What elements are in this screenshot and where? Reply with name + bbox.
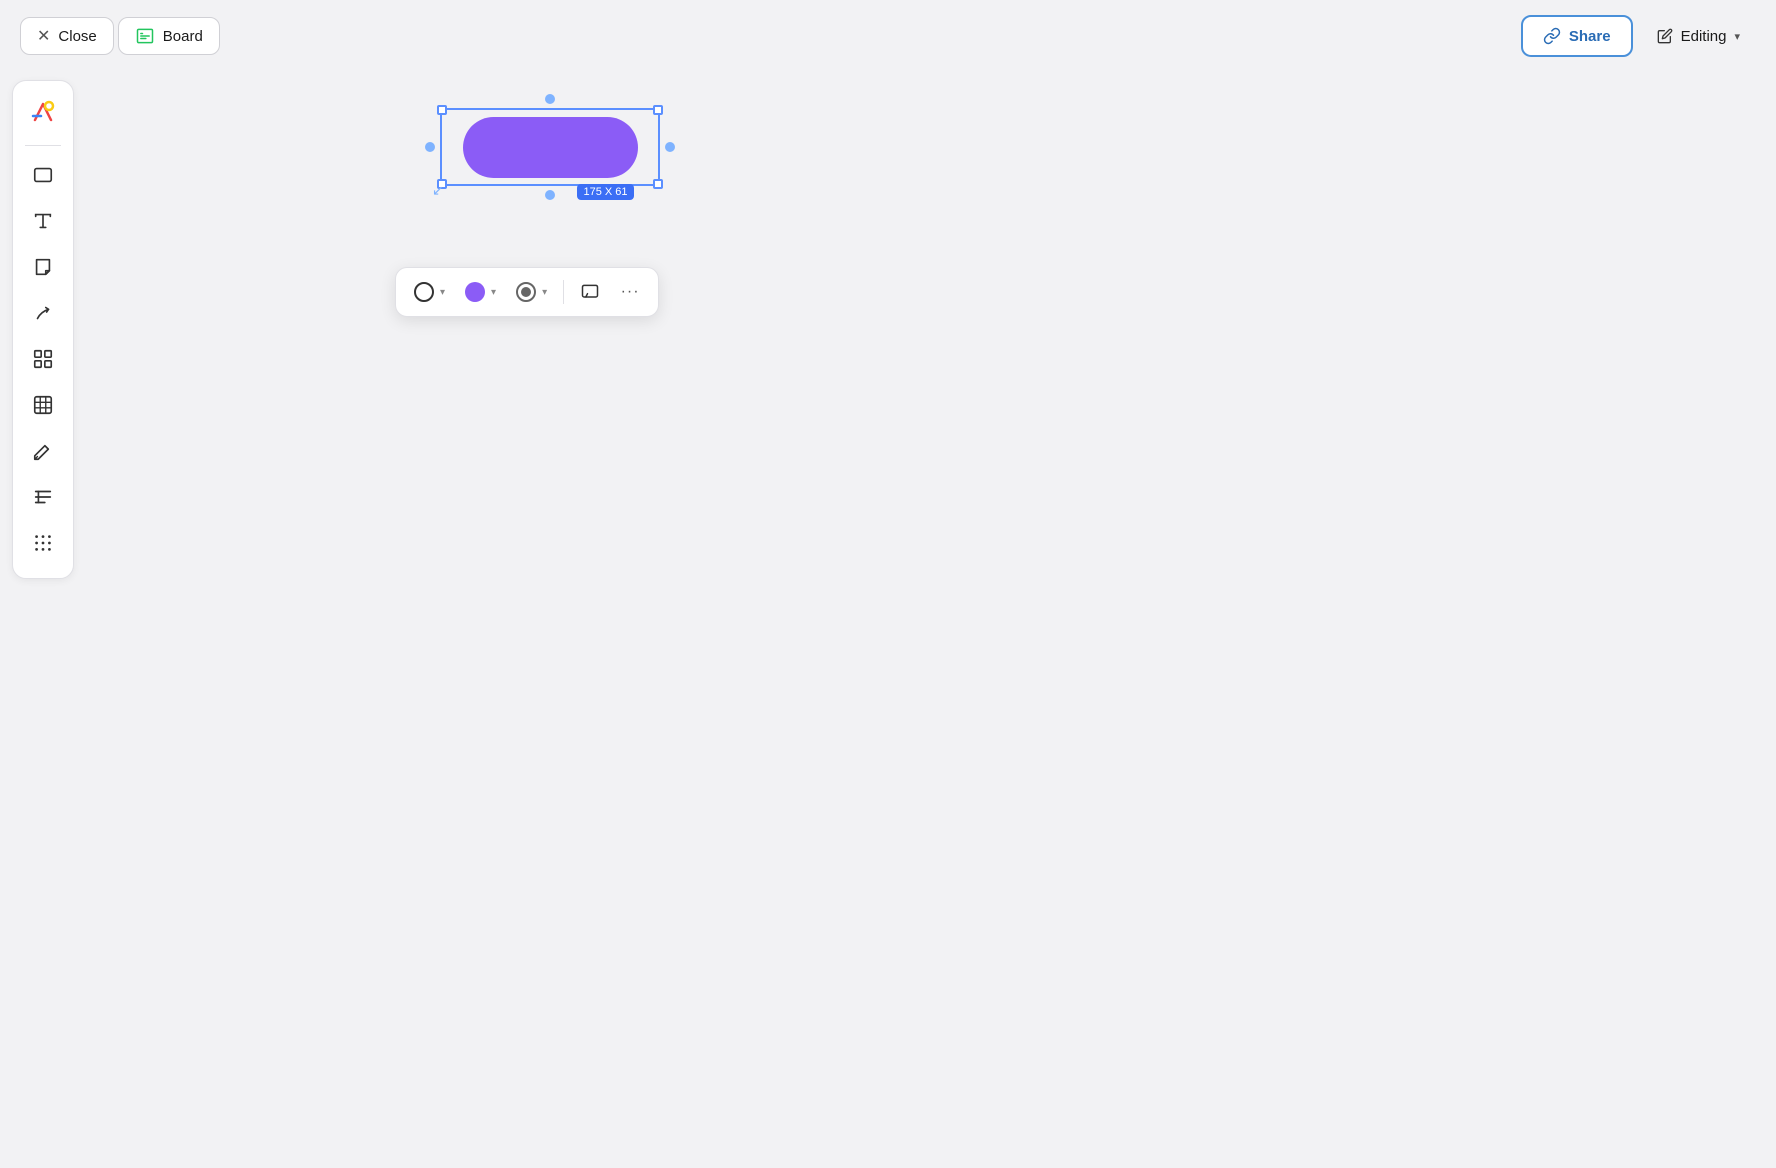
rectangle-icon	[32, 164, 54, 186]
mindmap-icon	[32, 486, 54, 508]
style-chevron: ▾	[542, 287, 547, 298]
sidebar-item-note[interactable]	[21, 245, 65, 289]
fill-color-indicator	[465, 282, 485, 302]
handle-top-left[interactable]	[437, 105, 447, 115]
handle-bottom-right[interactable]	[653, 179, 663, 189]
sidebar-item-frame[interactable]	[21, 337, 65, 381]
editing-chevron: ▾	[1734, 30, 1740, 43]
topbar-left: ✕ Close Board	[20, 17, 220, 55]
handle-bottom[interactable]	[545, 190, 555, 200]
editing-button[interactable]: Editing ▾	[1641, 18, 1756, 55]
editing-label: Editing	[1681, 28, 1727, 45]
fill-chevron: ▾	[491, 287, 496, 298]
share-icon	[1543, 27, 1561, 45]
sidebar-item-more[interactable]	[21, 521, 65, 565]
more-options-button[interactable]: ···	[612, 277, 648, 307]
board-button[interactable]: Board	[118, 17, 220, 55]
rotation-handle[interactable]: ↙	[432, 182, 446, 196]
editing-icon	[1657, 28, 1673, 44]
sidebar-item-pen[interactable]	[21, 429, 65, 473]
canvas-area[interactable]: ↙ 175 X 61 ▾ ▾ ▾	[0, 72, 1776, 1168]
share-label: Share	[1569, 28, 1611, 45]
note-icon	[32, 256, 54, 278]
sidebar-item-grid[interactable]	[21, 383, 65, 427]
close-label: Close	[58, 28, 96, 45]
stroke-chevron: ▾	[440, 287, 445, 298]
close-button[interactable]: ✕ Close	[20, 17, 114, 55]
handle-top-right[interactable]	[653, 105, 663, 115]
close-icon: ✕	[37, 26, 50, 46]
comment-icon	[580, 282, 600, 302]
comment-button[interactable]	[572, 276, 608, 308]
sidebar-item-connector[interactable]	[21, 291, 65, 335]
board-label: Board	[163, 28, 203, 45]
pen-icon	[32, 440, 54, 462]
sidebar-item-mindmap[interactable]	[21, 475, 65, 519]
dots-grid-icon	[32, 532, 54, 554]
share-button[interactable]: Share	[1521, 15, 1633, 57]
style-picker-button[interactable]: ▾	[508, 276, 555, 308]
frame-icon	[32, 348, 54, 370]
sidebar-divider-1	[25, 145, 61, 146]
fill-picker-button[interactable]: ▾	[457, 276, 504, 308]
topbar-right: Share Editing ▾	[1521, 15, 1756, 57]
selection-wrapper[interactable]: ↙ 175 X 61	[430, 92, 670, 202]
topbar: ✕ Close Board Share Editing ▾	[0, 0, 1776, 72]
sidebar-item-text[interactable]	[21, 199, 65, 243]
more-icon: ···	[621, 283, 640, 301]
size-label: 175 X 61	[577, 184, 633, 200]
canvas-shape-pill[interactable]: 175 X 61	[463, 117, 638, 178]
board-icon	[135, 26, 155, 46]
sidebar-item-select[interactable]	[21, 153, 65, 197]
floating-toolbar: ▾ ▾ ▾ ···	[395, 267, 659, 317]
sidebar	[12, 80, 74, 579]
stroke-color-indicator	[414, 282, 434, 302]
text-icon	[32, 210, 54, 232]
handle-top[interactable]	[545, 94, 555, 104]
grid-icon	[32, 394, 54, 416]
style-indicator	[516, 282, 536, 302]
handle-right[interactable]	[665, 142, 675, 152]
shape-container: ↙ 175 X 61	[430, 92, 670, 202]
app-logo	[24, 93, 62, 131]
stroke-picker-button[interactable]: ▾	[406, 276, 453, 308]
connector-icon	[32, 302, 54, 324]
handle-left[interactable]	[425, 142, 435, 152]
toolbar-separator	[563, 280, 564, 304]
